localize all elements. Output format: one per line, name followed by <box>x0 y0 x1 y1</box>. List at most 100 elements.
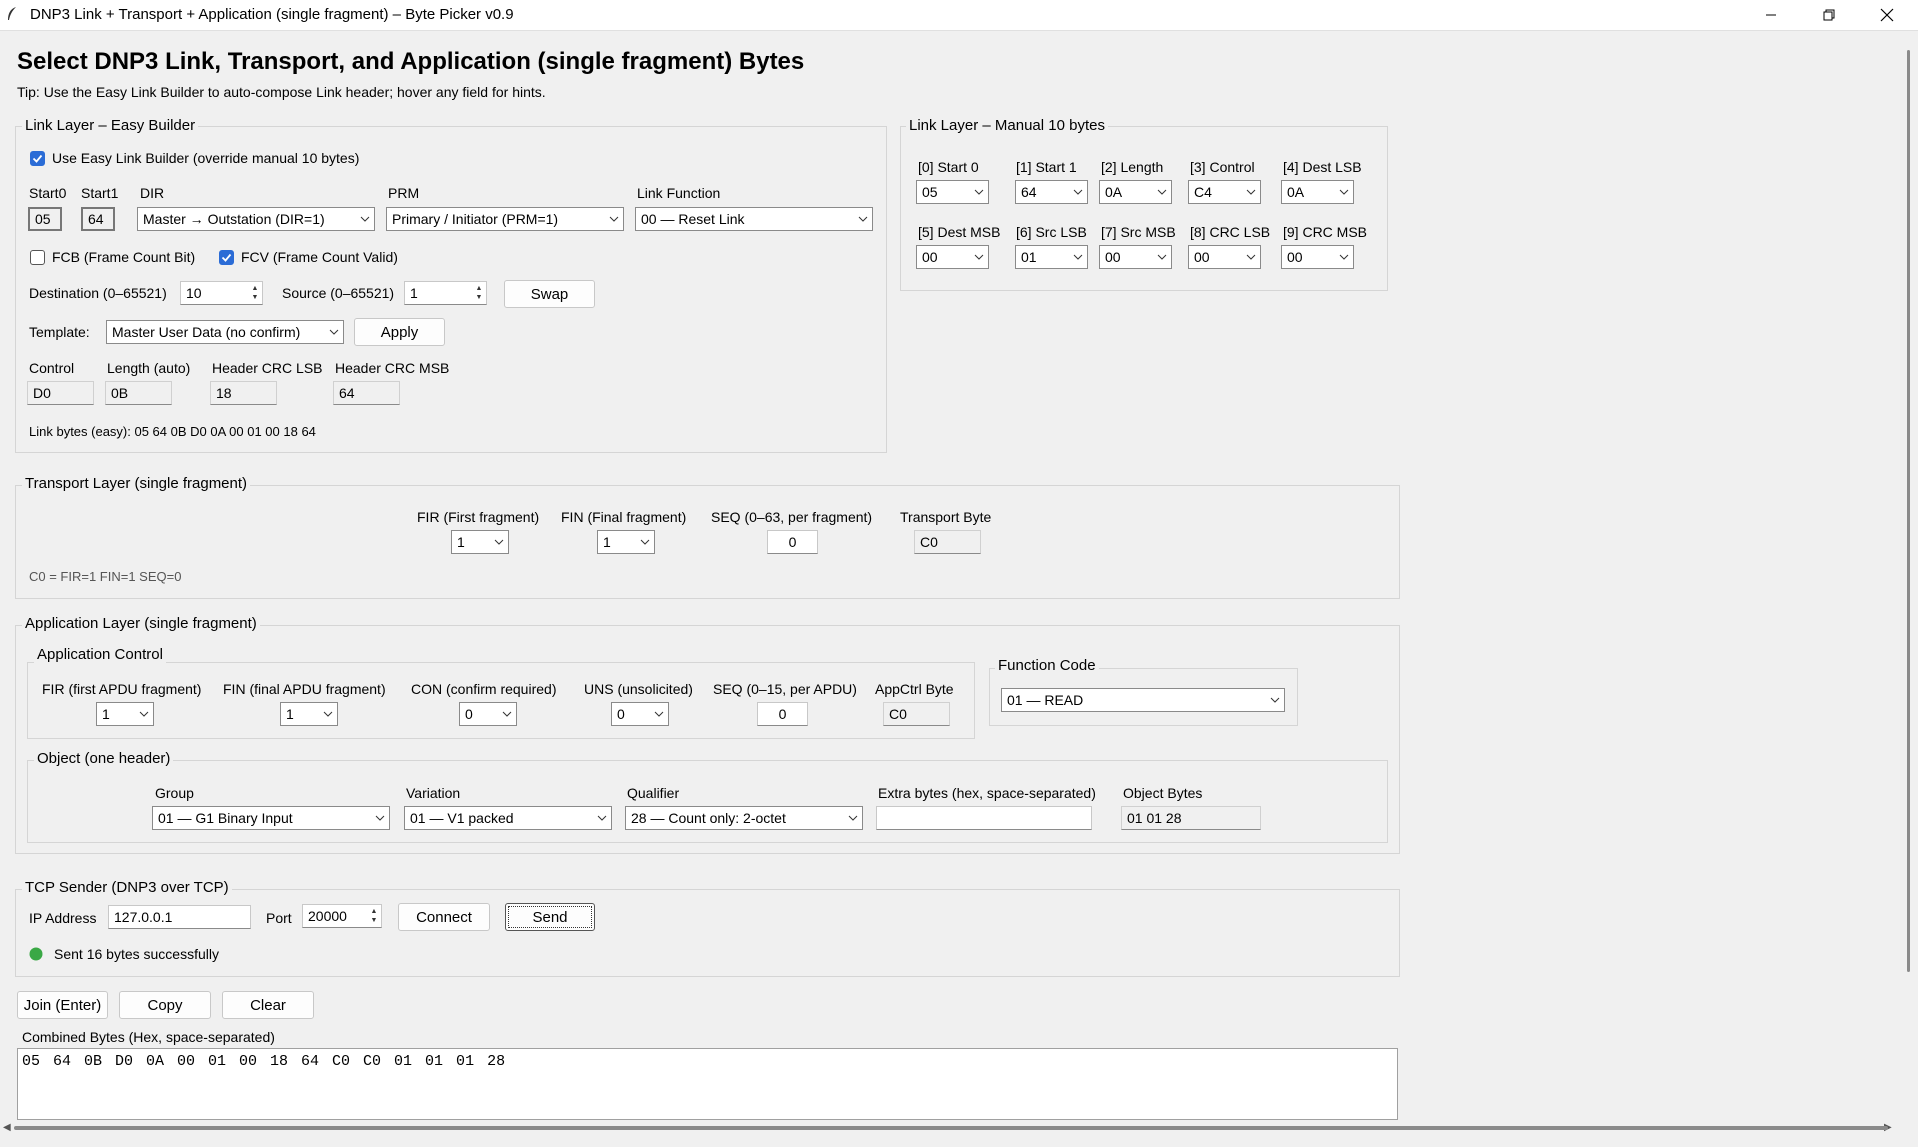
transport-fin-select[interactable]: 1 <box>597 530 655 554</box>
combined-bytes-label: Combined Bytes (Hex, space-separated) <box>22 1029 275 1045</box>
function-code-title: Function Code <box>995 657 1099 674</box>
app-control-title: Application Control <box>34 646 166 663</box>
transport-fin-label: FIN (Final fragment) <box>561 509 687 525</box>
app-con-select[interactable]: 0 <box>459 702 517 726</box>
app-control-frame <box>27 662 975 739</box>
apply-button[interactable]: Apply <box>354 318 445 346</box>
port-label: Port <box>266 910 292 926</box>
link-function-select[interactable]: 00 — Reset Link <box>635 207 873 231</box>
manual-select-2[interactable]: 0A <box>1099 180 1172 204</box>
dir-value: Master → Outstation (DIR=1) <box>143 211 325 227</box>
group-value: 01 — G1 Binary Input <box>158 810 293 826</box>
variation-select[interactable]: 01 — V1 packed <box>404 806 612 830</box>
minimize-button[interactable] <box>1742 0 1800 30</box>
fcb-label: FCB (Frame Count Bit) <box>52 249 196 265</box>
tcp-frame <box>15 889 1400 977</box>
manual-label-8: [8] CRC LSB <box>1190 224 1271 240</box>
template-label: Template: <box>29 324 90 340</box>
use-easy-label: Use Easy Link Builder (override manual 1… <box>52 150 360 166</box>
manual-select-5[interactable]: 00 <box>916 245 989 269</box>
manual-select-0[interactable]: 05 <box>916 180 989 204</box>
manual-select-3[interactable]: C4 <box>1188 180 1261 204</box>
vertical-scroll-thumb[interactable] <box>1907 50 1910 972</box>
start1-field[interactable]: 64 <box>81 207 115 231</box>
transport-byte-field: C0 <box>914 530 981 554</box>
chevron-down-icon <box>325 320 343 344</box>
manual-label-9: [9] CRC MSB <box>1283 224 1368 240</box>
qualifier-select[interactable]: 28 — Count only: 2-octet <box>625 806 863 830</box>
app-seq-field[interactable]: 0 <box>757 702 808 726</box>
source-spinbox[interactable]: 1 ▲ ▼ <box>404 281 487 305</box>
manual-value-2: 0A <box>1105 184 1123 200</box>
destination-spinbox[interactable]: 10 ▲ ▼ <box>180 281 263 305</box>
manual-select-4[interactable]: 0A <box>1281 180 1354 204</box>
join-button[interactable]: Join (Enter) <box>17 991 108 1019</box>
spin-arrows-icon[interactable]: ▲ ▼ <box>472 282 486 304</box>
manual-value-3: C4 <box>1194 184 1212 200</box>
manual-select-7[interactable]: 00 <box>1099 245 1172 269</box>
object-frame <box>27 760 1388 843</box>
transport-fir-label: FIR (First fragment) <box>417 509 540 525</box>
manual-value-5: 00 <box>922 249 938 265</box>
clear-button[interactable]: Clear <box>222 991 314 1019</box>
control-field: D0 <box>27 381 94 405</box>
app-fir-select[interactable]: 1 <box>96 702 154 726</box>
template-select[interactable]: Master User Data (no confirm) <box>106 320 344 344</box>
manual-select-9[interactable]: 00 <box>1281 245 1354 269</box>
copy-button[interactable]: Copy <box>119 991 211 1019</box>
restore-button[interactable] <box>1800 0 1858 30</box>
extra-bytes-field[interactable] <box>876 806 1092 830</box>
object-bytes-field: 01 01 28 <box>1121 806 1261 830</box>
transport-byte-label: Transport Byte <box>900 509 992 525</box>
manual-select-8[interactable]: 00 <box>1188 245 1261 269</box>
fcb-checkbox[interactable] <box>30 250 45 265</box>
manual-select-1[interactable]: 64 <box>1015 180 1088 204</box>
transport-seq-field[interactable]: 0 <box>767 530 818 554</box>
start1-label: Start1 <box>81 185 119 201</box>
chevron-down-icon <box>1266 688 1284 712</box>
group-label: Group <box>155 785 194 801</box>
manual-label-0: [0] Start 0 <box>918 159 979 175</box>
tip-text: Tip: Use the Easy Link Builder to auto-c… <box>17 84 546 100</box>
combined-bytes-textarea[interactable]: 05 64 0B D0 0A 00 01 00 18 64 C0 C0 01 0… <box>17 1048 1398 1120</box>
variation-value: 01 — V1 packed <box>410 810 514 826</box>
spin-arrows-icon[interactable]: ▲ ▼ <box>367 905 381 927</box>
link-function-value: 00 — Reset Link <box>641 211 745 227</box>
manual-select-6[interactable]: 01 <box>1015 245 1088 269</box>
length-field: 0B <box>105 381 172 405</box>
spin-arrows-icon[interactable]: ▲ ▼ <box>248 282 262 304</box>
transport-summary: C0 = FIR=1 FIN=1 SEQ=0 <box>29 569 182 584</box>
manual-label-5: [5] Dest MSB <box>918 224 1001 240</box>
scroll-left-icon[interactable]: ◀ <box>3 1122 11 1133</box>
close-button[interactable] <box>1858 0 1916 30</box>
manual-value-9: 00 <box>1287 249 1303 265</box>
chevron-down-icon <box>1335 245 1353 269</box>
app-fin-select[interactable]: 1 <box>280 702 338 726</box>
transport-frame <box>15 485 1400 599</box>
fcv-checkbox[interactable] <box>219 250 234 265</box>
function-code-value: 01 — READ <box>1007 692 1084 708</box>
qualifier-value: 28 — Count only: 2-octet <box>631 810 786 826</box>
use-easy-checkbox[interactable] <box>30 151 45 166</box>
dir-select[interactable]: Master → Outstation (DIR=1) <box>137 207 375 231</box>
object-frame-title: Object (one header) <box>34 750 174 767</box>
transport-fir-select[interactable]: 1 <box>451 530 509 554</box>
chevron-down-icon <box>1335 180 1353 204</box>
swap-button[interactable]: Swap <box>504 280 595 308</box>
connect-button[interactable]: Connect <box>398 903 490 931</box>
send-button[interactable]: Send <box>505 903 595 931</box>
function-code-select[interactable]: 01 — READ <box>1001 688 1285 712</box>
app-uns-select[interactable]: 0 <box>611 702 669 726</box>
restore-icon <box>1823 9 1835 21</box>
start0-field[interactable]: 05 <box>28 207 62 231</box>
prm-select[interactable]: Primary / Initiator (PRM=1) <box>386 207 624 231</box>
port-spinbox[interactable]: 20000 ▲ ▼ <box>302 904 382 928</box>
ip-field[interactable]: 127.0.0.1 <box>108 905 251 929</box>
app-uns-value: 0 <box>617 706 625 722</box>
qualifier-label: Qualifier <box>627 785 680 801</box>
group-select[interactable]: 01 — G1 Binary Input <box>152 806 390 830</box>
horizontal-scroll-thumb[interactable] <box>14 1126 1888 1130</box>
transport-fir-value: 1 <box>457 534 465 550</box>
link-function-label: Link Function <box>637 185 721 201</box>
close-icon <box>1880 8 1894 22</box>
